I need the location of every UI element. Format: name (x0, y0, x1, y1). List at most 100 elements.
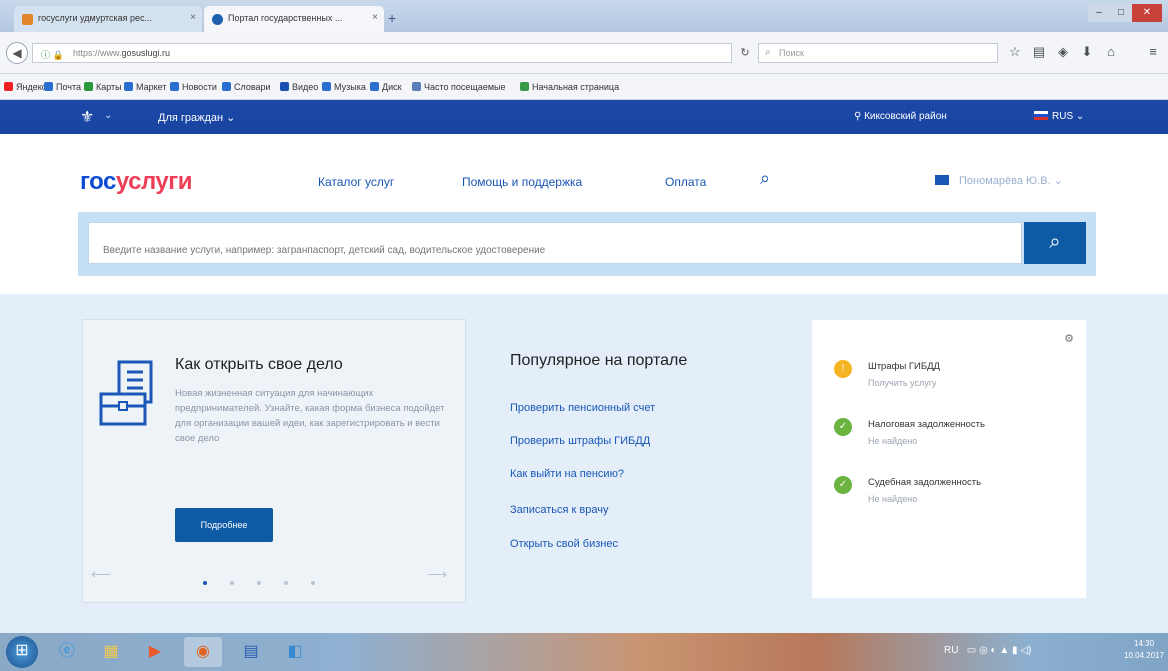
window-controls: – □ ✕ (1088, 4, 1162, 22)
status-subtitle[interactable]: Получить услугу (868, 378, 937, 388)
menu-hamburger-icon[interactable]: ≡ (1144, 44, 1162, 59)
maximize-button[interactable]: □ (1110, 4, 1132, 22)
promo-card: Как открыть свое дело Новая жизненная си… (82, 319, 466, 603)
tab-close-icon[interactable]: × (190, 12, 196, 23)
check-icon: ✓ (834, 476, 852, 494)
clock[interactable]: 14:30 10.04.2017 (1124, 638, 1164, 662)
bookmarks-bar: Яндекс Почта Карты Маркет Новости Словар… (0, 74, 1168, 100)
explorer-folder-icon[interactable]: ▦ (92, 637, 130, 667)
tab-label: Портал государственных ... (228, 13, 343, 23)
close-window-button[interactable]: ✕ (1132, 4, 1162, 22)
search-icon: ⌕ (765, 47, 771, 58)
carousel-next-icon[interactable]: ⟶ (427, 566, 447, 583)
bookmark-mail[interactable]: Почта (44, 82, 81, 92)
region-selector[interactable]: ⚲ Кикcовский район (854, 111, 947, 122)
search-placeholder: Поиск (779, 48, 804, 58)
business-briefcase-icon (99, 360, 153, 426)
bookmark-dictionaries[interactable]: Словари (222, 82, 271, 92)
check-icon: ✓ (834, 418, 852, 436)
url-prefix: https://www. (73, 48, 122, 58)
start-button[interactable]: ⊞ (6, 636, 38, 668)
nav-catalog[interactable]: Каталог услуг (318, 175, 394, 189)
url-domain: gosuslugi.ru (121, 48, 171, 58)
bookmark-most-visited[interactable]: Часто посещаемые (412, 82, 506, 92)
tab-portal-gosuslug[interactable]: Портал государственных ... × (204, 6, 384, 32)
yandex-favicon-icon (22, 14, 33, 25)
popular-link[interactable]: Проверить пенсионный счет (510, 402, 655, 414)
download-icon[interactable]: ⬇ (1078, 44, 1096, 60)
library-icon[interactable]: ▤ (1030, 44, 1048, 60)
warning-icon: ! (834, 360, 852, 378)
carousel-dot[interactable] (284, 581, 288, 585)
bookmark-yandex[interactable]: Яндекс (4, 82, 46, 92)
bookmark-music[interactable]: Музыка (322, 82, 366, 92)
tab-gosuslugi-udmurtia[interactable]: госуслуги удмуртская рес... × (14, 6, 202, 32)
minimize-button[interactable]: – (1088, 4, 1110, 22)
bookmark-maps[interactable]: Карты (84, 82, 122, 92)
site-header: госуслуги Каталог услуг Помощь и поддерж… (0, 134, 1168, 294)
system-tray: RU ▭ ◎ ◐ ▲ ▮ ◁) (944, 645, 1031, 656)
chevron-down-icon[interactable]: ⌄ (104, 110, 112, 121)
bookmark-disk[interactable]: Диск (370, 82, 402, 92)
popular-link[interactable]: Открыть свой бизнес (510, 538, 618, 550)
status-title: Налоговая задолженность (868, 419, 985, 430)
more-button[interactable]: Подробнее (175, 508, 273, 542)
address-bar[interactable]: ⓘ 🔒 https://www.gosuslugi.ru (32, 43, 732, 63)
search-icon[interactable]: ⌕ (760, 168, 770, 189)
audience-menu[interactable]: Для граждан ⌄ (158, 111, 235, 124)
media-player-icon[interactable]: ▶ (136, 637, 174, 667)
popular-link[interactable]: Записаться к врачу (510, 504, 608, 516)
reload-icon[interactable]: ↻ (734, 43, 756, 63)
status-title: Штрафы ГИБДД (868, 361, 940, 372)
language-selector[interactable]: RUS ⌄ (1034, 111, 1084, 122)
service-search-input[interactable] (88, 222, 1022, 264)
bookmark-video[interactable]: Видео (280, 82, 318, 92)
windows-taskbar: ⊞ ⓔ ▦ ▶ ◉ ▤ ◧ RU ▭ ◎ ◐ ▲ ▮ ◁) 14:30 10.0… (0, 633, 1168, 671)
firefox-icon[interactable]: ◉ (184, 637, 222, 667)
search-submit-button[interactable]: ⌕ (1024, 222, 1086, 264)
promo-description: Новая жизненная ситуация для начинающих … (175, 388, 445, 444)
clock-time: 14:30 (1134, 639, 1155, 648)
language-indicator[interactable]: RU (944, 645, 958, 656)
carousel-dot[interactable] (203, 581, 207, 585)
word-icon[interactable]: ▤ (232, 637, 270, 667)
bookmark-news[interactable]: Новости (170, 82, 217, 92)
clock-date: 10.04.2017 (1124, 651, 1165, 660)
gear-icon[interactable]: ⚙ (1064, 332, 1074, 345)
carousel-dot[interactable] (311, 581, 315, 585)
carousel-dot[interactable] (257, 581, 261, 585)
mail-envelope-icon[interactable] (935, 175, 949, 185)
secure-lock-icon: ⓘ 🔒 (41, 50, 64, 60)
new-tab-button[interactable]: + (388, 10, 396, 26)
carousel-dot[interactable] (230, 581, 234, 585)
tray-icons[interactable]: ▭ ◎ ◐ ▲ ▮ ◁) (961, 645, 1032, 656)
tab-label: госуслуги удмуртская рес... (38, 13, 153, 23)
tab-close-icon[interactable]: × (372, 12, 378, 23)
popular-title: Популярное на портале (510, 352, 688, 369)
browser-tab-bar: госуслуги удмуртская рес... × Портал гос… (0, 0, 1168, 32)
bookmark-start-page[interactable]: Начальная страница (520, 82, 619, 92)
nav-payment[interactable]: Оплата (665, 175, 706, 189)
status-subtitle: Не найдено (868, 436, 918, 446)
gosuslugi-favicon-icon (212, 14, 223, 25)
main-content: Как открыть свое дело Новая жизненная си… (0, 294, 1168, 633)
back-button[interactable]: ◀ (6, 42, 28, 64)
browser-search-box[interactable]: ⌕ Поиск (758, 43, 998, 63)
russian-flag-icon (1034, 111, 1048, 120)
star-bookmark-icon[interactable]: ☆ (1006, 44, 1024, 60)
status-subtitle: Не найдено (868, 494, 918, 504)
user-menu[interactable]: Пономарёва Ю.В. ⌄ (935, 174, 1063, 187)
ie-icon[interactable]: ⓔ (48, 637, 86, 667)
carousel-prev-icon[interactable]: ⟵ (91, 566, 111, 583)
nav-help[interactable]: Помощь и поддержка (462, 175, 582, 189)
gosuslugi-logo[interactable]: госуслуги (80, 168, 193, 196)
home-icon[interactable]: ⌂ (1102, 44, 1120, 59)
coat-of-arms-icon[interactable]: ⚜ (80, 107, 94, 127)
service-search-band: ⌕ (78, 212, 1096, 276)
bookmark-market[interactable]: Маркет (124, 82, 166, 92)
paint-icon[interactable]: ◧ (276, 637, 314, 667)
browser-nav-bar: ◀ ⓘ 🔒 https://www.gosuslugi.ru ↻ ⌕ Поиск… (0, 32, 1168, 74)
pocket-icon[interactable]: ◈ (1054, 44, 1072, 60)
popular-link[interactable]: Как выйти на пенсию? (510, 468, 624, 480)
popular-link[interactable]: Проверить штрафы ГИБДД (510, 435, 650, 447)
